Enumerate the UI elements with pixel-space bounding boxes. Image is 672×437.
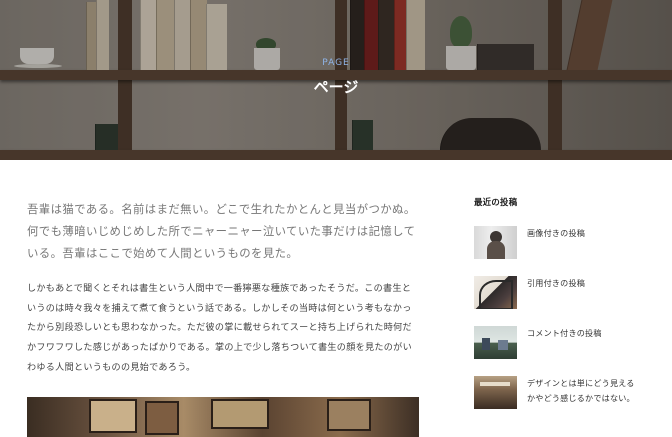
sidebar-recent-posts: 最近の投稿 画像付きの投稿 引用付きの投稿 コメント付きの投稿 デザインとは単に…	[474, 196, 654, 426]
recent-post-item[interactable]: コメント付きの投稿	[474, 326, 654, 376]
post-thumbnail[interactable]	[474, 276, 517, 309]
post-thumbnail[interactable]	[474, 376, 517, 409]
image-frame	[89, 398, 137, 433]
page-type-label: PAGE	[322, 58, 350, 68]
post-title-link[interactable]: デザインとは単にどう見えるかやどう感じるかではない。	[527, 376, 639, 406]
image-frame	[211, 398, 269, 429]
recent-post-item[interactable]: 引用付きの投稿	[474, 276, 654, 326]
image-frame	[327, 398, 371, 431]
recent-post-item[interactable]: 画像付きの投稿	[474, 226, 654, 276]
page-header-hero: PAGE ページ	[0, 0, 672, 160]
body-paragraph: しかもあとで聞くとそれは書生という人間中で一番獰悪な種族であったそうだ。この書生…	[27, 284, 412, 373]
lead-paragraph: 吾輩は猫である。名前はまだ無い。どこで生れたかとんと見当がつかぬ。何でも薄暗いじ…	[27, 202, 416, 260]
post-title-link[interactable]: コメント付きの投稿	[527, 326, 639, 341]
recent-post-item[interactable]: デザインとは単にどう見えるかやどう感じるかではない。	[474, 376, 654, 426]
main-article: 吾輩は猫である。名前はまだ無い。どこで生れたかとんと見当がつかぬ。何でも薄暗いじ…	[27, 198, 419, 437]
post-thumbnail[interactable]	[474, 226, 517, 259]
sidebar-title: 最近の投稿	[474, 197, 518, 207]
content-area: 吾輩は猫である。名前はまだ無い。どこで生れたかとんと見当がつかぬ。何でも薄暗いじ…	[0, 160, 672, 437]
image-frame	[145, 400, 179, 435]
post-thumbnail[interactable]	[474, 326, 517, 359]
page-title: ページ	[313, 78, 359, 96]
post-title-link[interactable]: 引用付きの投稿	[527, 276, 639, 291]
post-title-link[interactable]: 画像付きの投稿	[527, 226, 639, 241]
article-image	[27, 396, 419, 437]
